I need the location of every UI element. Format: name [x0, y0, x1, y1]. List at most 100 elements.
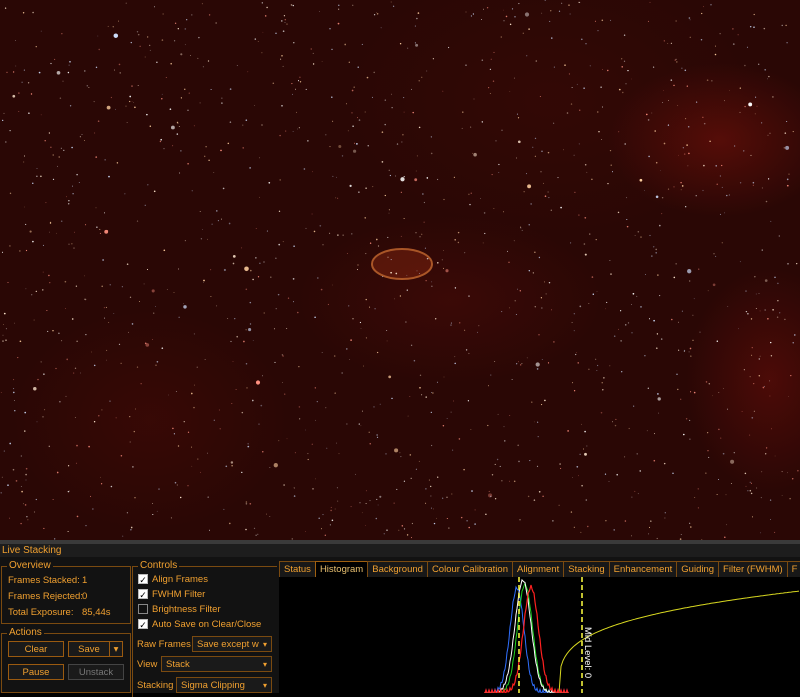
star: [391, 107, 393, 109]
tab-alignment[interactable]: Alignment: [511, 561, 565, 577]
pause-button[interactable]: Pause: [8, 664, 64, 680]
star: [395, 272, 398, 275]
tab-enhancement[interactable]: Enhancement: [608, 561, 678, 577]
save-dropdown-button[interactable]: ▾: [109, 641, 123, 657]
star: [344, 43, 347, 46]
tab-histogram[interactable]: Histogram: [314, 561, 369, 577]
star: [765, 447, 768, 449]
clear-button[interactable]: Clear: [8, 641, 64, 657]
star: [137, 33, 140, 36]
star: [505, 15, 508, 18]
star: [620, 340, 622, 342]
star: [410, 537, 413, 539]
star: [626, 225, 629, 228]
star: [469, 203, 471, 206]
star: [570, 103, 573, 105]
unstack-button[interactable]: Unstack: [68, 664, 124, 680]
tab-stacking[interactable]: Stacking: [563, 561, 610, 577]
panel-title: Live Stacking: [0, 544, 800, 557]
star: [180, 53, 183, 56]
star: [709, 140, 711, 143]
star: [205, 146, 207, 148]
star: [726, 408, 729, 410]
star: [494, 498, 497, 500]
tab-filter-fwhm[interactable]: Filter (FWHM): [718, 561, 788, 577]
star: [2, 119, 4, 122]
star: [690, 355, 692, 357]
star: [753, 26, 755, 29]
star: [14, 400, 15, 401]
star: [20, 522, 22, 525]
star: [518, 361, 519, 363]
star: [52, 329, 54, 332]
star: [658, 412, 660, 414]
star: [774, 531, 776, 533]
star: [61, 340, 63, 342]
star: [96, 226, 98, 228]
stacking-value: Sigma Clipping: [181, 680, 245, 691]
align-frames-checkbox[interactable]: ✓ Align Frames: [138, 574, 208, 586]
star: [375, 517, 378, 520]
star: [648, 526, 651, 528]
star: [395, 175, 397, 177]
star: [249, 502, 252, 505]
star: [659, 224, 661, 227]
star: [71, 243, 73, 245]
star: [250, 269, 252, 272]
star: [42, 289, 44, 291]
brightness-filter-checkbox[interactable]: Brightness Filter: [138, 604, 221, 616]
histogram-plot[interactable]: Mid Level: 0: [279, 577, 800, 693]
frames-stacked-row: Frames Stacked: 1: [8, 575, 87, 586]
star: [563, 149, 564, 151]
tab-status[interactable]: Status: [279, 561, 316, 577]
star: [318, 517, 320, 520]
star: [598, 131, 600, 133]
stacking-select[interactable]: Sigma Clipping ▾: [176, 677, 272, 693]
star: [184, 28, 187, 30]
view-select[interactable]: Stack ▾: [161, 656, 272, 672]
star: [533, 421, 535, 423]
star: [372, 186, 374, 188]
star: [84, 298, 85, 300]
star: [107, 25, 109, 27]
auto-save-checkbox[interactable]: ✓ Auto Save on Clear/Close: [138, 619, 261, 631]
tab-guiding[interactable]: Guiding: [676, 561, 720, 577]
star: [106, 349, 108, 351]
raw-frames-select[interactable]: Save except w ▾: [192, 636, 272, 652]
star: [156, 510, 158, 512]
star: [497, 413, 499, 415]
star: [67, 465, 70, 467]
tab-colour-calibration[interactable]: Colour Calibration: [426, 561, 513, 577]
tab-background[interactable]: Background: [367, 561, 428, 577]
star: [651, 112, 653, 114]
star: [360, 425, 362, 427]
star: [330, 506, 332, 508]
star: [664, 512, 666, 514]
fwhm-filter-checkbox[interactable]: ✓ FWHM Filter: [138, 589, 205, 601]
star: [465, 64, 467, 66]
tab-f[interactable]: F: [786, 561, 800, 577]
star: [600, 86, 602, 88]
astro-image-viewer[interactable]: [0, 0, 800, 540]
star: [752, 181, 755, 184]
star: [730, 483, 732, 484]
star: [511, 8, 514, 10]
star: [621, 371, 623, 373]
star: [15, 40, 16, 41]
star: [403, 97, 405, 99]
star: [333, 355, 336, 357]
star: [628, 427, 630, 430]
star: [369, 242, 372, 244]
star: [472, 13, 475, 15]
save-button[interactable]: Save: [68, 641, 110, 657]
star: [32, 240, 34, 243]
star: [91, 351, 93, 353]
star: [651, 255, 653, 257]
star: [347, 130, 349, 132]
star: [218, 409, 220, 411]
star: [126, 263, 129, 265]
star: [708, 383, 711, 385]
frames-rejected-label: Frames Rejected:: [8, 591, 83, 602]
star: [570, 511, 573, 513]
star: [504, 440, 506, 442]
